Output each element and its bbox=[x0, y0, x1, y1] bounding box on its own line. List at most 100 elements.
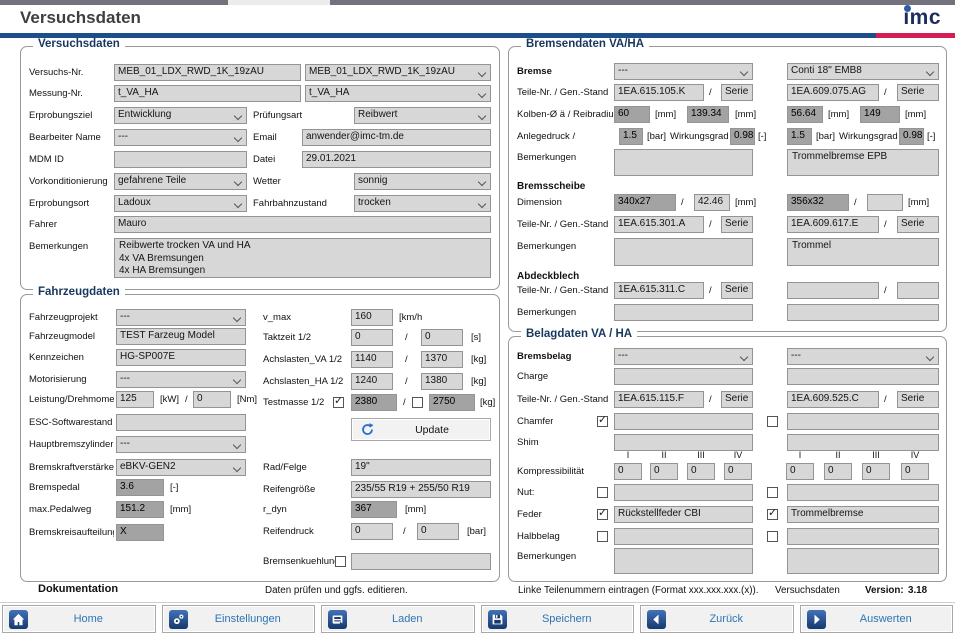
shim-ha-input[interactable] bbox=[787, 434, 939, 451]
testmasse-1-input[interactable]: 2380 bbox=[351, 394, 397, 411]
gen-stand-abdeck-ha-input[interactable] bbox=[897, 282, 939, 299]
bemerkungen-scheibe-ha-textarea[interactable]: Trommel bbox=[787, 238, 939, 266]
bremse-va-select[interactable]: --- bbox=[614, 63, 753, 80]
teile-nr-belag-va-input[interactable]: 1EA.615.115.F bbox=[614, 391, 704, 408]
chamfer-ha-input[interactable] bbox=[787, 413, 939, 430]
feder-va-checkbox[interactable] bbox=[597, 509, 608, 520]
email-input[interactable]: anwender@imc-tm.de bbox=[302, 129, 491, 146]
nut-ha-input[interactable] bbox=[787, 484, 939, 501]
fahrzeugprojekt-select[interactable]: --- bbox=[116, 309, 246, 326]
testmasse-2-input[interactable]: 2750 bbox=[429, 394, 475, 411]
bemerkungen-bremse-va-textarea[interactable] bbox=[614, 149, 753, 176]
teile-nr-abdeck-ha-input[interactable] bbox=[787, 282, 879, 299]
gen-stand-scheibe-ha-input[interactable]: Serie bbox=[897, 216, 939, 233]
gen-stand-scheibe-va-input[interactable]: Serie bbox=[721, 216, 753, 233]
fahrzeugmodel-input[interactable]: TEST Farzeug Model bbox=[116, 328, 246, 345]
chamfer-va-input[interactable] bbox=[614, 413, 753, 430]
gen-stand-bremse-ha-input[interactable]: Serie bbox=[897, 84, 939, 101]
fahrer-input[interactable]: Mauro bbox=[114, 216, 491, 233]
kompressibilitaet-va-4-input[interactable]: 0 bbox=[724, 463, 752, 480]
gen-stand-belag-va-input[interactable]: Serie bbox=[721, 391, 753, 408]
update-button[interactable]: Update bbox=[351, 418, 491, 441]
v-max-input[interactable]: 160 bbox=[351, 309, 393, 326]
kompressibilitaet-ha-2-input[interactable]: 0 bbox=[824, 463, 852, 480]
charge-va-input[interactable] bbox=[614, 368, 753, 385]
achslasten-ha-2-input[interactable]: 1380 bbox=[421, 373, 463, 390]
teile-nr-abdeck-va-input[interactable]: 1EA.615.311.C bbox=[614, 282, 704, 299]
gen-stand-belag-ha-input[interactable]: Serie bbox=[897, 391, 939, 408]
kolben-ha-input[interactable]: 56.64 bbox=[787, 106, 823, 123]
messung-nr-select[interactable]: t_VA_HA bbox=[305, 85, 491, 102]
versuchs-nr-select[interactable]: MEB_01_LDX_RWD_1K_19zAU bbox=[305, 64, 491, 81]
kompressibilitaet-va-2-input[interactable]: 0 bbox=[650, 463, 678, 480]
bremsenkuehlung-checkbox[interactable] bbox=[335, 556, 346, 567]
halbbelag-ha-input[interactable] bbox=[787, 528, 939, 545]
dimension-ha-input[interactable]: 356x32 bbox=[787, 194, 849, 211]
reibradius-va-input[interactable]: 139.34 bbox=[687, 106, 729, 123]
achslasten-va-2-input[interactable]: 1370 bbox=[421, 351, 463, 368]
erprobungsort-select[interactable]: Ladoux bbox=[114, 195, 247, 212]
reifendruck-2-input[interactable]: 0 bbox=[417, 523, 459, 540]
testmasse-1-checkbox[interactable] bbox=[333, 397, 344, 408]
chamfer-ha-checkbox[interactable] bbox=[767, 416, 778, 427]
max-pedalweg-input[interactable]: 151.2 bbox=[116, 501, 164, 518]
bremskreisaufteilung-input[interactable]: X bbox=[116, 524, 164, 541]
teile-nr-belag-ha-input[interactable]: 1EA.609.525.C bbox=[787, 391, 879, 408]
versuchs-nr-input[interactable]: MEB_01_LDX_RWD_1K_19zAU bbox=[114, 64, 301, 81]
bremskraftverstaerker-select[interactable]: eBKV-GEN2 bbox=[116, 459, 246, 476]
drehmoment-input[interactable]: 0 bbox=[193, 391, 231, 408]
shim-va-input[interactable] bbox=[614, 434, 753, 451]
teile-nr-scheibe-ha-input[interactable]: 1EA.609.617.E bbox=[787, 216, 879, 233]
messung-nr-input[interactable]: t_VA_HA bbox=[114, 85, 301, 102]
gen-stand-abdeck-va-input[interactable]: Serie bbox=[721, 282, 753, 299]
halbbelag-va-input[interactable] bbox=[614, 528, 753, 545]
wirkungsgrad-va-input[interactable]: 0.98 bbox=[730, 128, 755, 145]
bemerkungen-abdeck-va-input[interactable] bbox=[614, 304, 753, 321]
einstellungen-button[interactable]: Einstellungen bbox=[162, 605, 316, 633]
kompressibilitaet-ha-4-input[interactable]: 0 bbox=[901, 463, 929, 480]
feder-va-input[interactable]: Rückstellfeder CBI bbox=[614, 506, 753, 523]
rad-felge-input[interactable]: 19" bbox=[351, 459, 491, 476]
teile-nr-scheibe-va-input[interactable]: 1EA.615.301.A bbox=[614, 216, 704, 233]
dimension-ha-2-input[interactable] bbox=[867, 194, 903, 211]
mdm-id-input[interactable] bbox=[114, 151, 247, 168]
achslasten-va-1-input[interactable]: 1140 bbox=[351, 351, 393, 368]
bemerkungen-textarea[interactable]: Reibwerte trocken VA und HA 4x VA Bremsu… bbox=[114, 238, 491, 278]
feder-ha-checkbox[interactable] bbox=[767, 509, 778, 520]
chamfer-va-checkbox[interactable] bbox=[597, 416, 608, 427]
bremsenkuehlung-input[interactable] bbox=[351, 553, 491, 570]
vorkonditionierung-select[interactable]: gefahrene Teile bbox=[114, 173, 247, 190]
reifendruck-1-input[interactable]: 0 bbox=[351, 523, 393, 540]
teile-nr-bremse-va-input[interactable]: 1EA.615.105.K bbox=[614, 84, 704, 101]
anlegedruck-ha-input[interactable]: 1.5 bbox=[787, 128, 812, 145]
pruefungsart-select[interactable]: Reibwert bbox=[354, 107, 491, 124]
fahrbahnzustand-select[interactable]: trocken bbox=[354, 195, 491, 212]
reibradius-ha-input[interactable]: 149 bbox=[860, 106, 900, 123]
laden-button[interactable]: Laden bbox=[321, 605, 475, 633]
bemerkungen-belag-va-textarea[interactable] bbox=[614, 548, 753, 574]
auswerten-button[interactable]: Auswerten bbox=[800, 605, 954, 633]
kompressibilitaet-ha-3-input[interactable]: 0 bbox=[862, 463, 890, 480]
bremsbelag-va-select[interactable]: --- bbox=[614, 348, 753, 365]
nut-ha-checkbox[interactable] bbox=[767, 487, 778, 498]
r-dyn-input[interactable]: 367 bbox=[351, 501, 397, 518]
achslasten-ha-1-input[interactable]: 1240 bbox=[351, 373, 393, 390]
teile-nr-bremse-ha-input[interactable]: 1EA.609.075.AG bbox=[787, 84, 879, 101]
zurueck-button[interactable]: Zurück bbox=[640, 605, 794, 633]
wirkungsgrad-ha-input[interactable]: 0.98 bbox=[899, 128, 924, 145]
reifengroesse-input[interactable]: 235/55 R19 + 255/50 R19 bbox=[351, 481, 491, 498]
leistung-input[interactable]: 125 bbox=[116, 391, 154, 408]
wetter-select[interactable]: sonnig bbox=[354, 173, 491, 190]
bremse-ha-select[interactable]: Conti 18" EMB8 bbox=[787, 63, 939, 80]
nut-va-input[interactable] bbox=[614, 484, 753, 501]
bemerkungen-scheibe-va-textarea[interactable] bbox=[614, 238, 753, 266]
anlegedruck-va-input[interactable]: 1.5 bbox=[619, 128, 643, 145]
motorisierung-select[interactable]: --- bbox=[116, 371, 246, 388]
erprobungsziel-select[interactable]: Entwicklung bbox=[114, 107, 247, 124]
home-button[interactable]: Home bbox=[2, 605, 156, 633]
halbbelag-va-checkbox[interactable] bbox=[597, 531, 608, 542]
speichern-button[interactable]: Speichern bbox=[481, 605, 635, 633]
halbbelag-ha-checkbox[interactable] bbox=[767, 531, 778, 542]
kompressibilitaet-va-1-input[interactable]: 0 bbox=[614, 463, 642, 480]
hauptbremszylinder-select[interactable]: --- bbox=[116, 436, 246, 453]
